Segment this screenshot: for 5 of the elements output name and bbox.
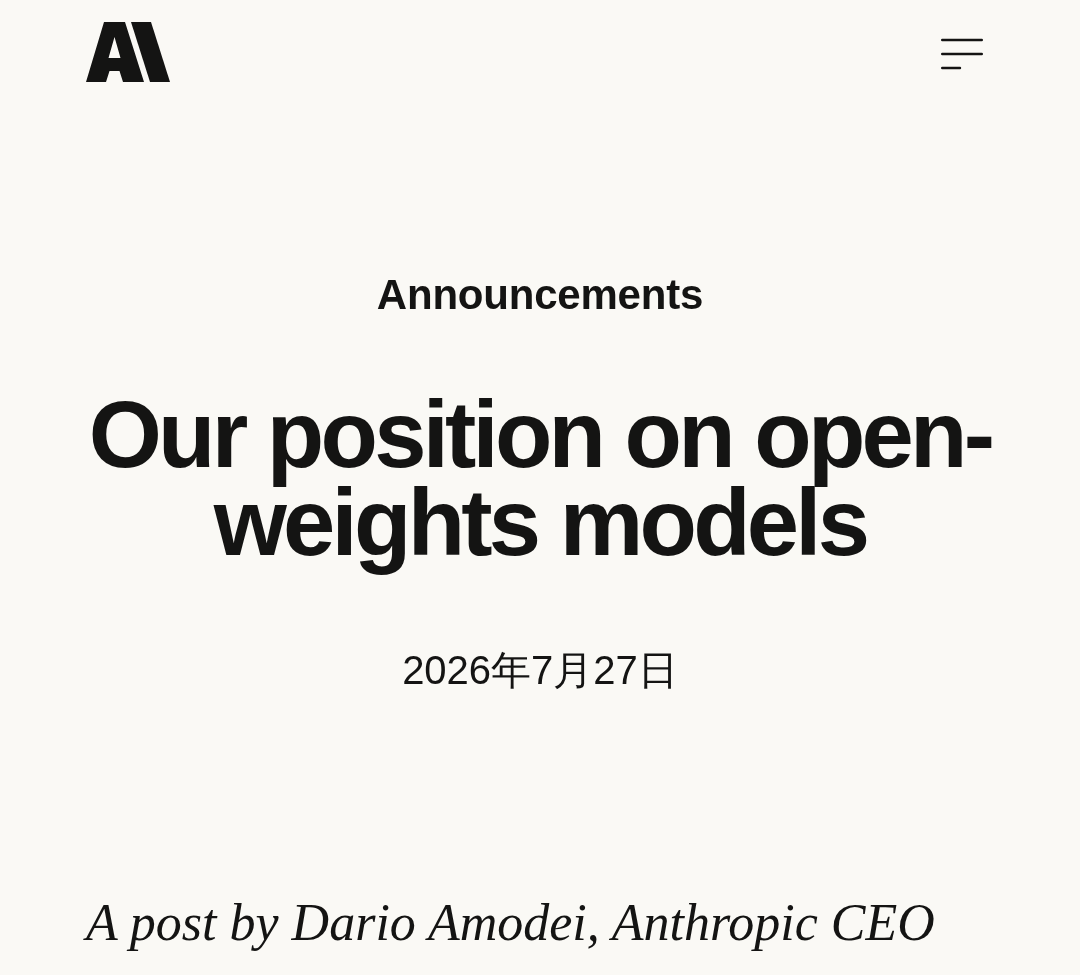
publish-date: 2026年7月27日 (402, 647, 678, 695)
article-title: Our position on open-weights models (87, 391, 993, 578)
menu-icon[interactable] (941, 38, 983, 70)
logo-icon[interactable] (86, 22, 170, 82)
category-label: Announcements (376, 270, 704, 320)
